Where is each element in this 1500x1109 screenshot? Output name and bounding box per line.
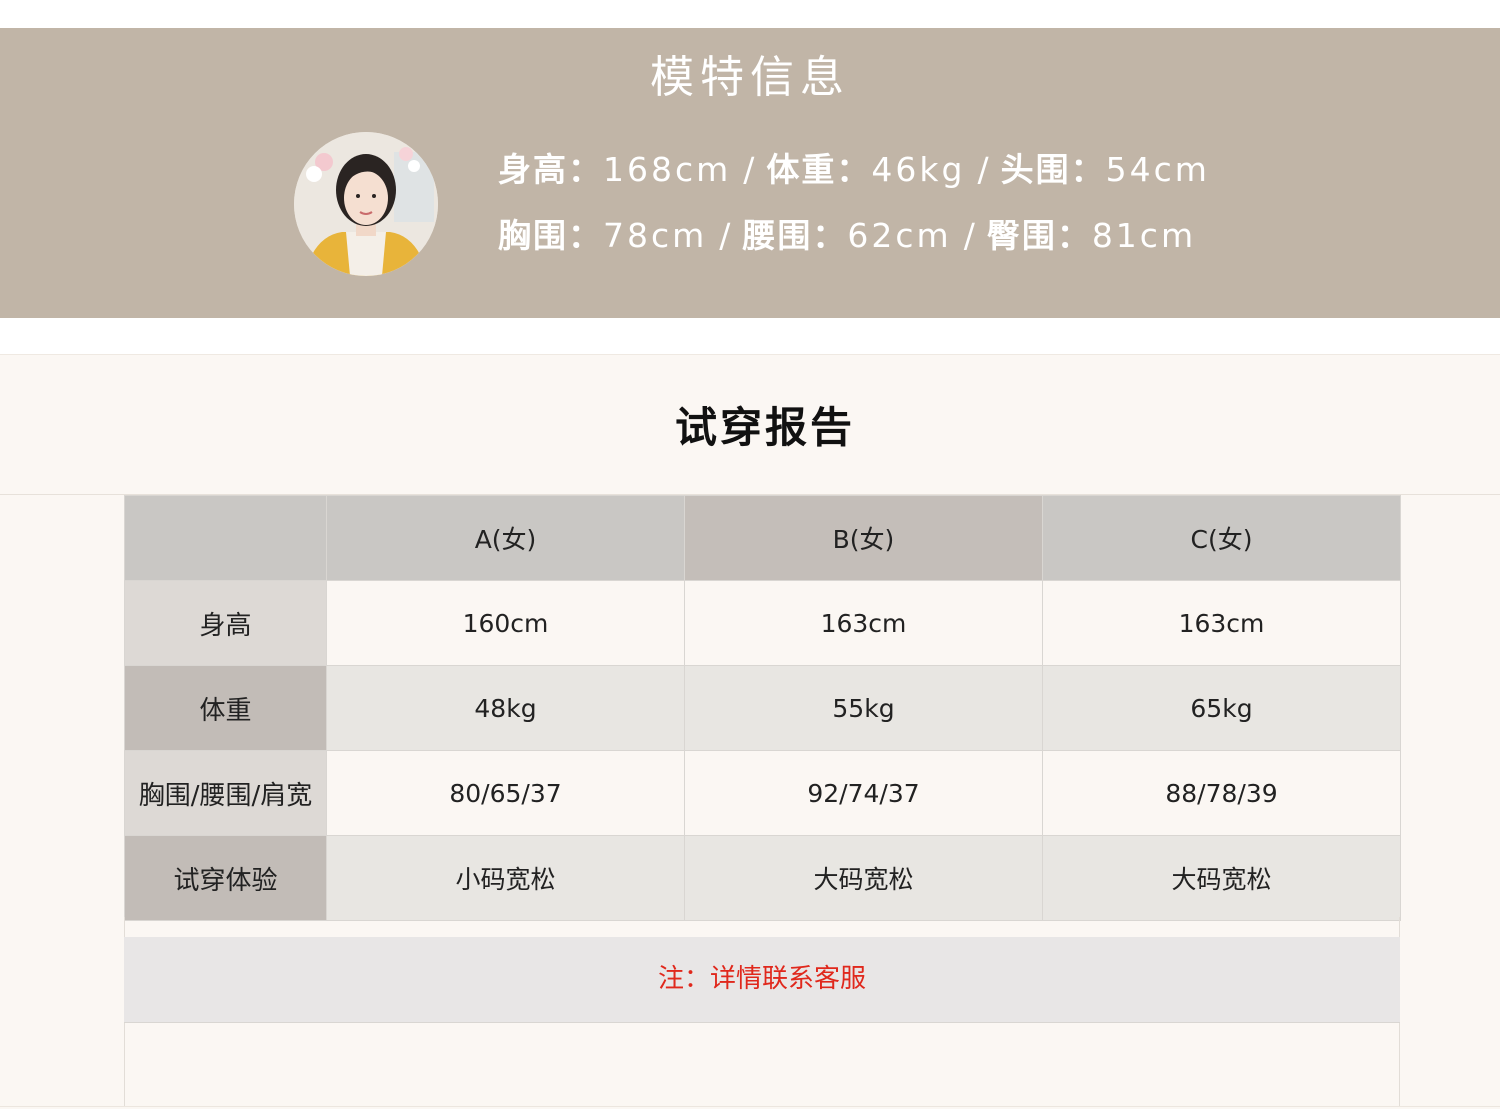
head-value: 54cm	[1105, 150, 1210, 189]
table-cell: 大码宽松	[1042, 835, 1401, 921]
header-cell-b: B(女)	[684, 495, 1043, 581]
row-label-weight: 体重	[124, 665, 327, 751]
hip-label: 臀围：	[986, 216, 1092, 255]
table-cell: 大码宽松	[684, 835, 1043, 921]
fitting-report-table: A(女) B(女) C(女) 身高 160cm 163cm 163cm 体重 4…	[124, 495, 1401, 921]
separator: /	[743, 150, 755, 189]
frame-line-bottom	[0, 1106, 1500, 1107]
waist-value: 62cm	[847, 216, 952, 255]
weight-label: 体重：	[766, 150, 872, 189]
report-title: 试穿报告	[674, 403, 855, 452]
table-header-row: A(女) B(女) C(女)	[124, 495, 1401, 581]
table-cell: 小码宽松	[326, 835, 685, 921]
row-label-measurements: 胸围/腰围/肩宽	[124, 750, 327, 836]
height-value: 168cm	[603, 150, 732, 189]
table-cell: 88/78/39	[1042, 750, 1401, 836]
table-cell: 163cm	[684, 580, 1043, 666]
table-cell: 48kg	[326, 665, 685, 751]
header-cell-a: A(女)	[326, 495, 685, 581]
separator: /	[977, 150, 989, 189]
header-corner-cell	[124, 495, 327, 581]
model-stats-line-2: 胸围：78cm / 腰围：62cm / 臀围：81cm	[498, 214, 1196, 258]
table-cell: 65kg	[1042, 665, 1401, 751]
row-label-height: 身高	[124, 580, 327, 666]
table-cell: 160cm	[326, 580, 685, 666]
customer-service-note: 注：详情联系客服	[124, 937, 1400, 1023]
waist-label: 腰围：	[742, 216, 848, 255]
model-info-title: 模特信息	[650, 52, 850, 103]
separator: /	[719, 216, 731, 255]
header-cell-c: C(女)	[1042, 495, 1401, 581]
table-row: 胸围/腰围/肩宽 80/65/37 92/74/37 88/78/39	[124, 750, 1401, 836]
model-avatar	[294, 132, 438, 276]
model-stats-line-1: 身高：168cm / 体重：46kg / 头围：54cm	[498, 148, 1210, 192]
bust-value: 78cm	[603, 216, 708, 255]
table-cell: 92/74/37	[684, 750, 1043, 836]
table-cell: 80/65/37	[326, 750, 685, 836]
bust-label: 胸围：	[498, 216, 603, 255]
table-row: 身高 160cm 163cm 163cm	[124, 580, 1401, 666]
hip-value: 81cm	[1091, 216, 1197, 255]
separator: /	[963, 216, 975, 255]
table-cell: 163cm	[1042, 580, 1401, 666]
row-label-experience: 试穿体验	[124, 835, 327, 921]
weight-value: 46kg	[871, 150, 966, 189]
table-row: 体重 48kg 55kg 65kg	[124, 665, 1401, 751]
table-cell: 55kg	[684, 665, 1043, 751]
head-label: 头围：	[1000, 150, 1106, 189]
height-label: 身高：	[498, 150, 603, 189]
table-row: 试穿体验 小码宽松 大码宽松 大码宽松	[124, 835, 1401, 921]
